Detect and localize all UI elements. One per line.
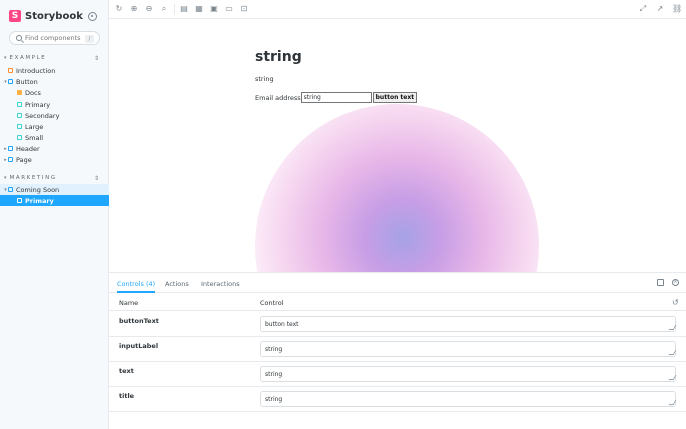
- arg-control-textarea[interactable]: string: [260, 366, 676, 382]
- sidebar-item-label: Coming Soon: [16, 185, 60, 194]
- reset-icon[interactable]: ↺: [672, 298, 679, 307]
- toolbar-divider: [174, 4, 175, 15]
- sidebar-item-coming-soon[interactable]: ▾ Coming Soon: [0, 184, 109, 195]
- component-icon: [8, 79, 13, 84]
- arg-name: buttonText: [119, 317, 159, 325]
- arg-name: title: [119, 392, 135, 400]
- viewport-icon[interactable]: ▣: [210, 5, 218, 13]
- column-header-name: Name: [119, 299, 139, 307]
- sidebar-item-label: Primary: [25, 100, 51, 109]
- reload-icon[interactable]: ↻: [115, 5, 123, 13]
- column-header-control: Control: [260, 299, 284, 307]
- sidebar-item-primary[interactable]: Primary: [0, 99, 109, 110]
- sidebar-item-secondary[interactable]: Secondary: [0, 110, 109, 121]
- tab-interactions[interactable]: Interactions: [201, 280, 240, 288]
- group-title-label: EXAMPLE: [9, 55, 47, 61]
- email-field[interactable]: [300, 92, 372, 103]
- tab-controls[interactable]: Controls (4): [117, 280, 155, 288]
- chevron-down-icon: ▾: [4, 175, 7, 181]
- sidebar-item-button[interactable]: ▾ Button: [0, 76, 109, 87]
- sidebar-item-label: Page: [16, 155, 32, 164]
- document-icon: [8, 68, 13, 73]
- story-icon: [17, 113, 22, 118]
- background-icon[interactable]: ▤: [180, 5, 188, 13]
- story-button[interactable]: button text: [372, 92, 418, 103]
- args-table-header: Name Control ↺: [109, 294, 686, 311]
- sidebar-item-docs[interactable]: Docs: [0, 87, 109, 98]
- group-title-label: MARKETING: [9, 175, 57, 181]
- sidebar-item-label: Large: [25, 122, 44, 131]
- sidebar-item-label: Primary: [25, 196, 54, 205]
- settings-gear-icon[interactable]: [88, 12, 97, 21]
- group-title-example[interactable]: ▾ EXAMPLE: [4, 55, 46, 61]
- sidebar-item-label: Introduction: [16, 66, 56, 75]
- sidebar-item-primary-selected[interactable]: Primary: [0, 195, 109, 206]
- fullscreen-icon[interactable]: ⤢: [639, 5, 647, 13]
- arg-control-textarea[interactable]: string: [260, 341, 676, 357]
- arg-name: inputLabel: [119, 342, 159, 350]
- toolbar: ↻ ⊕ ⊖ ⌕ ▤ ▦ ▣ ▭ ⊡ ⤢ ↗ ⛓: [109, 0, 686, 19]
- sidebar-item-large[interactable]: Large: [0, 121, 109, 132]
- sidebar-item-label: Docs: [25, 88, 41, 97]
- copy-link-icon[interactable]: ⛓: [672, 5, 682, 13]
- story-title: string: [255, 49, 302, 65]
- outline-icon[interactable]: ⊡: [240, 5, 248, 13]
- search-icon: [16, 35, 22, 41]
- panel-orientation-icon[interactable]: [657, 279, 664, 286]
- background-gradient: [255, 104, 539, 272]
- tab-actions[interactable]: Actions: [165, 280, 189, 288]
- arg-control-textarea[interactable]: button text: [260, 316, 676, 332]
- sidebar-item-label: Header: [16, 144, 40, 153]
- email-label: Email address: [255, 93, 301, 102]
- component-icon: [8, 146, 13, 151]
- sidebar: S Storybook / ▾ EXAMPLE ⇕ Introduction ▾…: [0, 0, 109, 429]
- story-form: Email address button text: [255, 92, 418, 103]
- sidebar-item-label: Secondary: [25, 111, 60, 120]
- group-title-marketing[interactable]: ▾ MARKETING: [4, 175, 57, 181]
- story-icon: [17, 198, 22, 203]
- expand-collapse-icon[interactable]: ⇕: [94, 175, 99, 182]
- sidebar-item-label: Small: [25, 133, 44, 142]
- arg-name: text: [119, 367, 134, 375]
- sidebar-item-page[interactable]: ▸ Page: [0, 154, 109, 165]
- brand[interactable]: S Storybook: [9, 10, 83, 22]
- story-canvas: string string Email address button text: [109, 19, 686, 272]
- table-row: inputLabel string: [109, 337, 686, 362]
- active-tab-indicator: [117, 291, 155, 293]
- chevron-down-icon: ▾: [4, 55, 7, 61]
- sidebar-item-header[interactable]: ▸ Header: [0, 143, 109, 154]
- table-row: text string: [109, 362, 686, 387]
- sidebar-item-label: Button: [16, 77, 38, 86]
- table-row: title string: [109, 387, 686, 412]
- storybook-logo-icon: S: [9, 10, 21, 22]
- component-icon: [8, 187, 13, 192]
- search-box[interactable]: /: [9, 31, 100, 45]
- expand-collapse-icon[interactable]: ⇕: [94, 55, 99, 62]
- sidebar-item-introduction[interactable]: Introduction: [0, 65, 109, 76]
- docs-icon: [17, 90, 22, 95]
- panel-tabs: Controls (4) Actions Interactions ×: [109, 273, 686, 293]
- story-icon: [17, 102, 22, 107]
- measure-icon[interactable]: ▭: [225, 5, 233, 13]
- table-row: buttonText button text: [109, 312, 686, 337]
- component-icon: [8, 157, 13, 162]
- open-new-tab-icon[interactable]: ↗: [656, 5, 664, 13]
- close-icon[interactable]: ×: [672, 279, 679, 286]
- addons-panel: Controls (4) Actions Interactions × Name…: [109, 272, 686, 429]
- story-icon: [17, 124, 22, 129]
- zoom-in-icon[interactable]: ⊕: [130, 5, 138, 13]
- search-shortcut-key: /: [85, 34, 94, 43]
- brand-name: Storybook: [25, 10, 83, 22]
- story-icon: [17, 135, 22, 140]
- zoom-out-icon[interactable]: ⊖: [145, 5, 153, 13]
- arg-control-textarea[interactable]: string: [260, 391, 676, 407]
- grid-icon[interactable]: ▦: [195, 5, 203, 13]
- story-text: string: [255, 75, 274, 83]
- zoom-reset-icon[interactable]: ⌕: [160, 5, 168, 13]
- sidebar-item-small[interactable]: Small: [0, 132, 109, 143]
- search-input[interactable]: [25, 34, 81, 42]
